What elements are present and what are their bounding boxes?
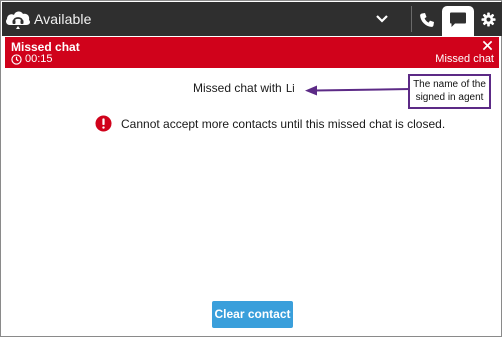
contact-banner: Missed chat 00:15 Missed chat <box>5 37 499 68</box>
chevron-down-icon[interactable] <box>375 14 389 24</box>
cloud-headset-icon <box>6 11 30 29</box>
top-bar: Available <box>2 2 502 36</box>
contact-state: Missed chat <box>435 53 494 65</box>
clock-icon <box>11 54 22 65</box>
missed-chat-prefix: Missed chat with <box>193 81 282 95</box>
agent-status-label[interactable]: Available <box>34 11 91 27</box>
contact-timer: 00:15 <box>25 53 53 65</box>
tab-settings[interactable] <box>476 3 502 36</box>
annotation-callout: The name of the signed in agent <box>408 74 491 109</box>
contact-title: Missed chat <box>11 40 80 54</box>
warning-text: Cannot accept more contacts until this m… <box>121 117 446 131</box>
clear-contact-button[interactable]: Clear contact <box>212 301 293 328</box>
chat-bubble-icon <box>450 12 466 27</box>
topbar-divider <box>411 6 412 32</box>
gear-icon <box>481 12 496 27</box>
close-icon[interactable] <box>482 40 493 51</box>
annotation-arrow <box>305 85 412 96</box>
phone-icon <box>420 13 434 27</box>
alert-icon <box>95 115 112 132</box>
tab-phone[interactable] <box>413 3 441 36</box>
ccp-window: Available Missed chat 00:15 Missed chat … <box>0 0 502 337</box>
tab-chat[interactable] <box>442 6 474 36</box>
agent-name: Li <box>285 82 295 95</box>
missed-chat-message: Missed chat with Li <box>193 81 295 95</box>
